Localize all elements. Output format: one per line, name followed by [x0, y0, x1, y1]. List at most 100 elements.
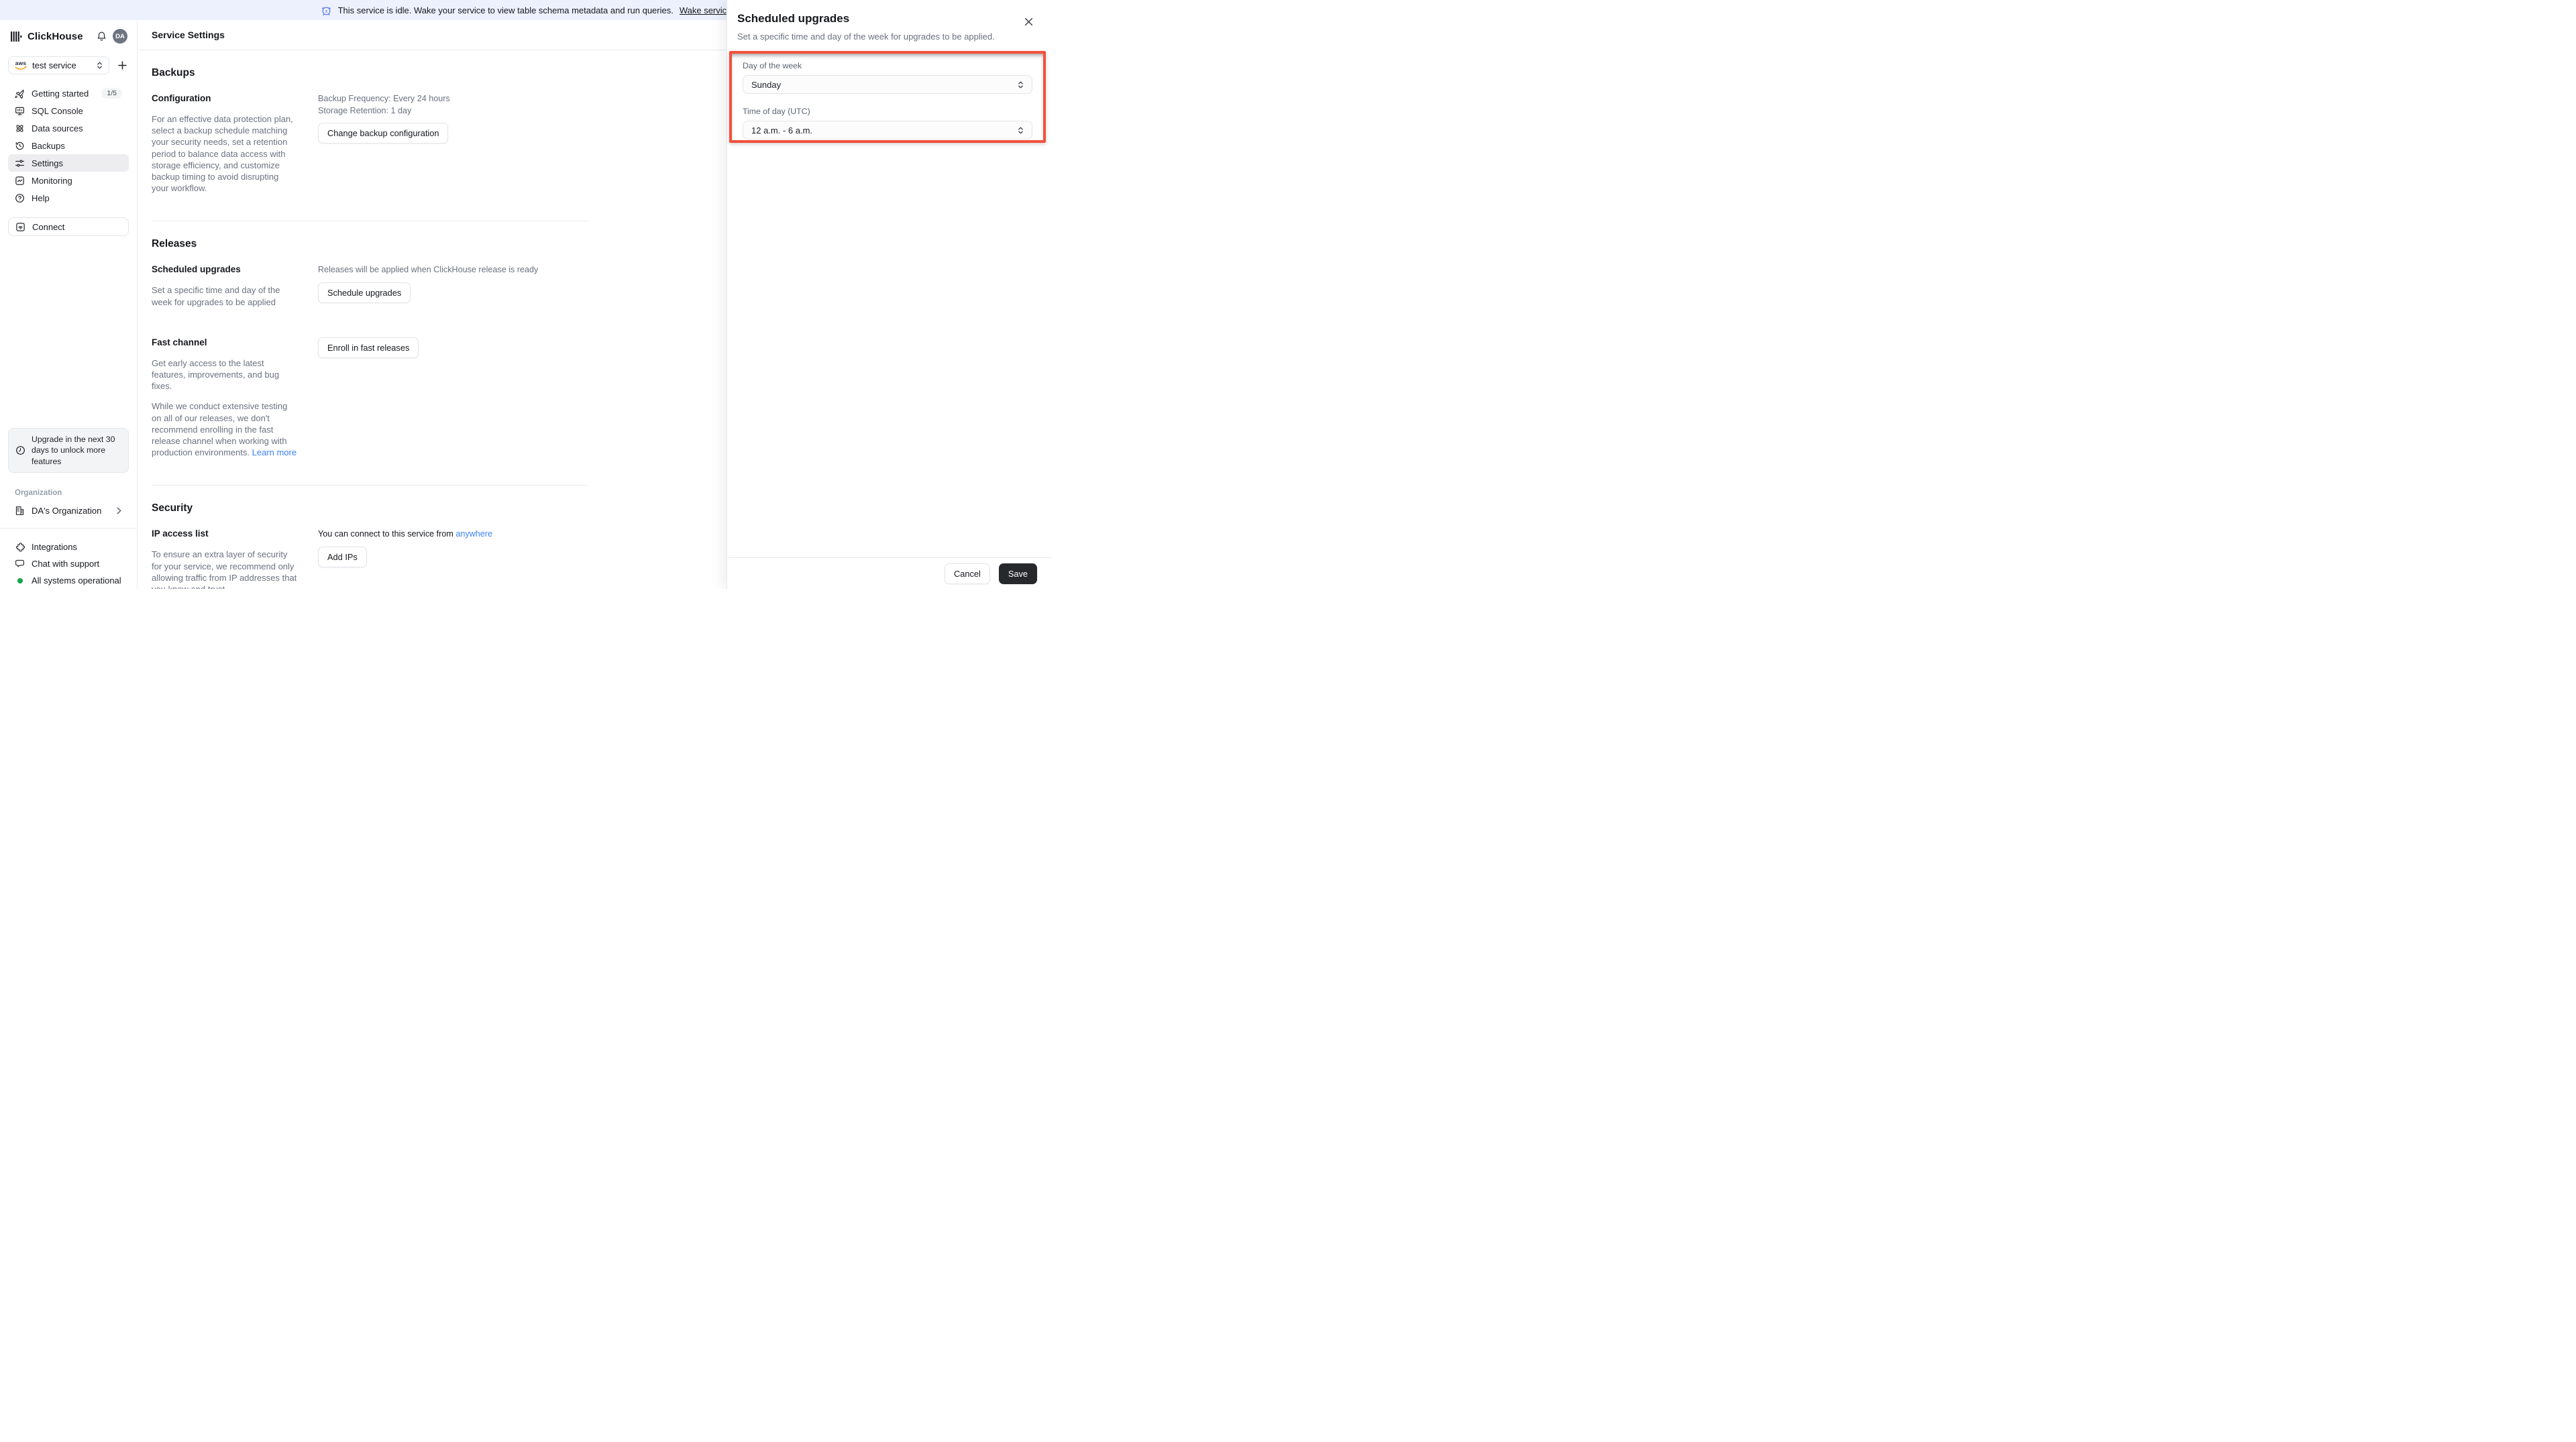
learn-more-link[interactable]: Learn more — [252, 447, 297, 457]
section-divider — [152, 485, 589, 486]
orbit-icon — [15, 123, 25, 133]
panel-subtitle: Set a specific time and day of the week … — [737, 32, 995, 42]
time-of-day-value: 12 a.m. - 6 a.m. — [751, 125, 813, 135]
section-security: Security IP access list To ensure an ext… — [152, 502, 589, 589]
sidebar-divider — [0, 528, 137, 529]
schedule-upgrades-button[interactable]: Schedule upgrades — [318, 282, 411, 303]
section-releases: Releases Scheduled upgrades Set a specif… — [152, 238, 589, 486]
getting-started-progress-badge: 1/5 — [101, 87, 122, 99]
main-content: Service Settings Backups Configuration F… — [138, 20, 727, 589]
sidebar-item-label: Settings — [32, 158, 63, 168]
sidebar-item-settings[interactable]: Settings — [8, 154, 129, 172]
organization-row[interactable]: DA's Organization — [8, 502, 129, 519]
chevron-up-down-icon — [97, 61, 103, 70]
avatar[interactable]: DA — [113, 29, 127, 44]
change-backup-configuration-button[interactable]: Change backup configuration — [318, 123, 449, 144]
console-monitor-icon — [15, 106, 25, 116]
service-name: test service — [32, 60, 76, 70]
storage-retention-info: Storage Retention: 1 day — [318, 105, 412, 115]
notifications-bell-icon[interactable] — [97, 31, 107, 42]
chevron-right-icon — [116, 507, 122, 514]
sidebar: ClickHouse DA aws test service Getting s… — [0, 20, 138, 589]
brand-name: ClickHouse — [28, 30, 83, 42]
brand-row: ClickHouse DA — [11, 27, 127, 45]
sidebar-item-backups[interactable]: Backups — [8, 137, 129, 154]
rocket-icon — [15, 89, 25, 99]
row-backup-configuration: Configuration For an effective data prot… — [152, 93, 589, 194]
chevron-up-down-icon — [1018, 126, 1024, 135]
scheduled-upgrades-panel: Scheduled upgrades Set a specific time a… — [727, 0, 1052, 589]
sidebar-item-chat-support[interactable]: Chat with support — [8, 555, 129, 572]
day-of-week-select[interactable]: Sunday — [743, 75, 1032, 94]
row-description: Set a specific time and day of the week … — [152, 285, 280, 307]
sidebar-item-getting-started[interactable]: Getting started 1/5 — [8, 85, 129, 102]
row-description: Get early access to the latest features,… — [152, 357, 280, 392]
enroll-fast-releases-button[interactable]: Enroll in fast releases — [318, 337, 419, 358]
building-icon — [15, 506, 25, 516]
section-backups: Backups Configuration For an effective d… — [152, 67, 589, 222]
connect-from-info: You can connect to this service from — [318, 529, 453, 539]
chevron-up-down-icon — [1018, 80, 1024, 89]
row-scheduled-upgrades: Scheduled upgrades Set a specific time a… — [152, 264, 589, 307]
sidebar-item-monitoring[interactable]: Monitoring — [8, 172, 129, 189]
service-selector[interactable]: aws test service — [8, 56, 109, 74]
chart-icon — [15, 176, 25, 186]
sidebar-item-label: Monitoring — [32, 175, 72, 186]
status-dot-icon — [17, 577, 23, 584]
sidebar-item-data-sources[interactable]: Data sources — [8, 119, 129, 137]
close-icon[interactable] — [1023, 16, 1034, 27]
sidebar-item-label: Help — [32, 192, 50, 203]
save-button[interactable]: Save — [998, 563, 1037, 584]
sliders-icon — [15, 158, 25, 168]
row-description: To ensure an extra layer of security for… — [152, 549, 297, 589]
row-ip-access-list: IP access list To ensure an extra layer … — [152, 529, 589, 589]
sidebar-item-label: Getting started — [32, 88, 89, 99]
day-of-week-label: Day of the week — [743, 61, 802, 70]
section-heading: Security — [152, 502, 193, 514]
annotation-highlight-box: Day of the week Sunday Time of day (UTC)… — [729, 51, 1046, 143]
backup-frequency-info: Backup Frequency: Every 24 hours — [318, 94, 450, 103]
history-clock-icon — [15, 141, 25, 151]
section-heading: Releases — [152, 238, 197, 250]
sidebar-nav: Getting started 1/5 SQL Console Data sou… — [8, 85, 129, 207]
service-selector-row: aws test service — [8, 56, 129, 74]
svg-text:z: z — [325, 9, 327, 13]
idle-banner-message: This service is idle. Wake your service … — [337, 5, 674, 15]
time-of-day-select[interactable]: 12 a.m. - 6 a.m. — [743, 121, 1032, 140]
question-circle-icon — [15, 193, 25, 203]
day-of-week-value: Sunday — [751, 79, 782, 90]
clickhouse-logo-icon — [11, 31, 22, 42]
app-window: z This service is idle. Wake your servic… — [0, 0, 1052, 589]
upgrade-notice-card[interactable]: Upgrade in the next 30 days to unlock mo… — [8, 427, 129, 473]
system-status-row[interactable]: All systems operational — [8, 572, 129, 589]
sidebar-footer-links: Integrations Chat with support All syste… — [8, 539, 129, 589]
time-of-day-label: Time of day (UTC) — [743, 107, 810, 116]
settings-content: Backups Configuration For an effective d… — [138, 67, 589, 589]
chat-bubble-icon — [15, 559, 25, 569]
status-text: All systems operational — [32, 575, 121, 586]
sidebar-item-sql-console[interactable]: SQL Console — [8, 102, 129, 119]
sidebar-item-help[interactable]: Help — [8, 189, 129, 207]
sidebar-item-label: Data sources — [32, 123, 83, 133]
row-subheading: Configuration — [152, 93, 211, 103]
sidebar-item-label: Backups — [32, 140, 65, 151]
page-title: Service Settings — [138, 20, 727, 50]
clock-icon — [15, 445, 25, 455]
panel-footer: Cancel Save — [727, 557, 1052, 589]
puzzle-icon — [15, 542, 25, 552]
wake-service-link[interactable]: Wake service — [680, 5, 732, 15]
row-subheading: Fast channel — [152, 337, 207, 347]
sidebar-item-integrations[interactable]: Integrations — [8, 539, 129, 555]
snooze-alarm-icon: z — [321, 5, 332, 16]
organization-name: DA's Organization — [32, 505, 102, 516]
add-service-button[interactable] — [115, 59, 129, 72]
add-ips-button[interactable]: Add IPs — [318, 546, 367, 567]
aws-logo: aws — [15, 60, 27, 70]
row-description: For an effective data protection plan, s… — [152, 114, 293, 194]
connect-button[interactable]: Connect — [8, 217, 129, 236]
panel-title: Scheduled upgrades — [737, 12, 850, 25]
cancel-button[interactable]: Cancel — [944, 563, 990, 584]
anywhere-link[interactable]: anywhere — [455, 529, 492, 539]
row-subheading: Scheduled upgrades — [152, 264, 241, 275]
